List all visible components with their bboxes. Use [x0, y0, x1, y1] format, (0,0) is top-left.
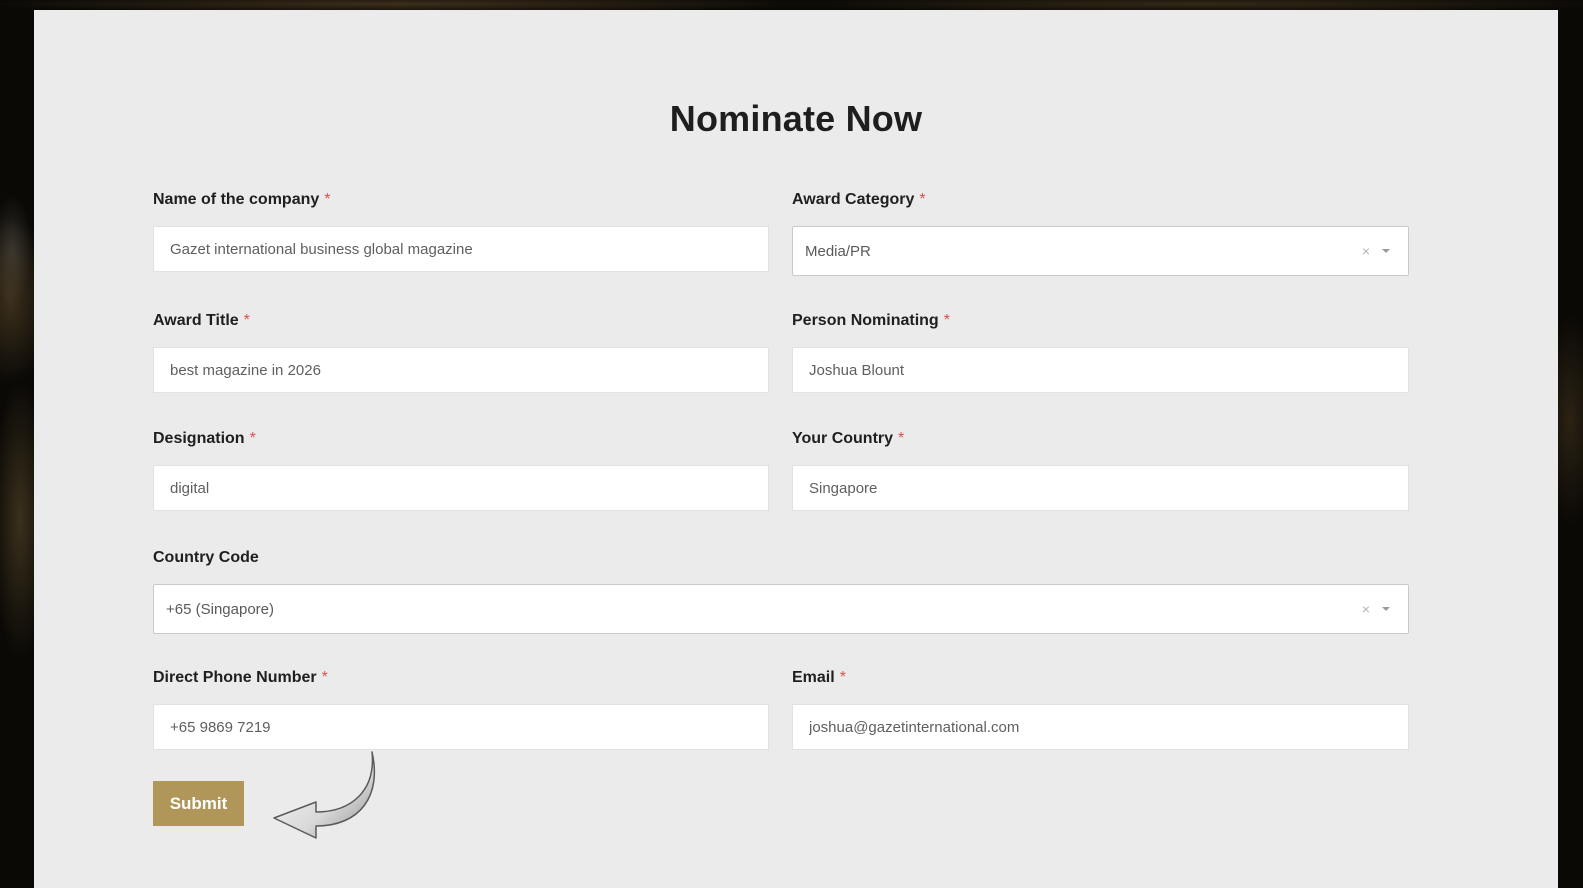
phone-input[interactable] — [153, 704, 769, 750]
chevron-down-icon — [1382, 249, 1390, 253]
close-icon[interactable]: × — [1362, 601, 1370, 617]
email-input[interactable] — [792, 704, 1409, 750]
chevron-down-icon — [1382, 607, 1390, 611]
required-mark: * — [249, 430, 256, 447]
company-field: Name of the company * — [153, 191, 769, 276]
award-title-input[interactable] — [153, 347, 769, 393]
required-mark: * — [243, 312, 250, 329]
award-category-value: Media/PR — [805, 242, 871, 260]
country-code-label: Country Code — [153, 549, 259, 566]
country-label: Your Country * — [792, 430, 905, 447]
award-title-label: Award Title * — [153, 312, 250, 329]
designation-field: Designation * — [153, 430, 769, 515]
award-category-select[interactable]: Media/PR × — [792, 226, 1409, 276]
required-mark: * — [321, 669, 328, 686]
required-mark: * — [919, 191, 926, 208]
person-nominating-input[interactable] — [792, 347, 1409, 393]
required-mark: * — [898, 430, 905, 447]
country-input[interactable] — [792, 465, 1409, 511]
company-input[interactable] — [153, 226, 769, 272]
country-code-field: Country Code +65 (Singapore) × — [153, 549, 1409, 639]
curved-arrow-icon — [273, 751, 376, 839]
required-mark: * — [839, 669, 846, 686]
required-mark: * — [943, 312, 950, 329]
country-code-value: +65 (Singapore) — [166, 600, 274, 618]
phone-label: Direct Phone Number * — [153, 669, 328, 686]
page-title: Nominate Now — [669, 98, 923, 139]
email-field: Email * — [792, 669, 1409, 754]
nomination-form-panel: Nominate Now Name of the company* Award … — [34, 10, 1558, 888]
award-category-label: Award Category * — [792, 191, 926, 208]
country-field: Your Country * — [792, 430, 1409, 515]
person-nominating-field: Person Nominating * — [792, 312, 1409, 397]
country-code-select[interactable]: +65 (Singapore) × — [153, 584, 1409, 634]
company-label: Name of the company * — [153, 191, 331, 208]
required-mark: * — [324, 191, 331, 208]
designation-label: Designation * — [153, 430, 256, 447]
designation-input[interactable] — [153, 465, 769, 511]
person-nominating-label: Person Nominating * — [792, 312, 950, 329]
close-icon[interactable]: × — [1362, 243, 1370, 259]
phone-field: Direct Phone Number * — [153, 669, 769, 754]
award-category-field: Award Category * Media/PR × — [792, 191, 1409, 281]
award-title-field: Award Title * — [153, 312, 769, 397]
email-label: Email * — [792, 669, 846, 686]
submit-button[interactable]: Submit — [153, 781, 244, 826]
